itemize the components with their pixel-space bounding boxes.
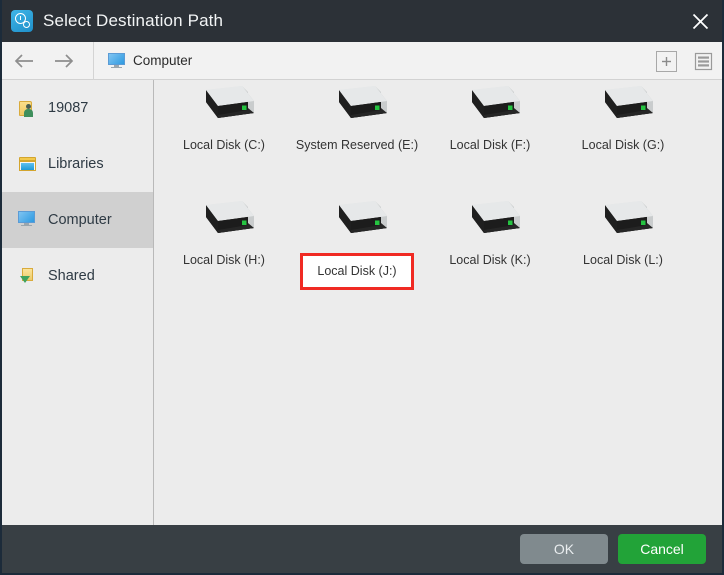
drive-label: Local Disk (H:)	[183, 253, 265, 267]
user-folder-icon	[18, 99, 38, 117]
select-destination-path-dialog: Select Destination Path Computer 19087 L…	[0, 0, 724, 575]
hard-disk-icon	[458, 199, 522, 245]
breadcrumb[interactable]: Computer	[108, 53, 192, 68]
ok-button[interactable]: OK	[520, 534, 608, 564]
navigation-toolbar: Computer	[2, 41, 722, 80]
drive-grid: Local Disk (C:) System Reserved (E:) Loc…	[155, 80, 722, 290]
drive-label: Local Disk (G:)	[581, 138, 665, 152]
hard-disk-icon	[325, 199, 389, 245]
computer-monitor-icon	[108, 53, 125, 68]
drive-label: Local Disk (J:)	[300, 253, 414, 290]
sidebar-item-label: Libraries	[48, 156, 104, 172]
toolbar-actions	[656, 42, 714, 80]
sidebar-item-label: Shared	[48, 268, 95, 284]
sidebar-item-label: 19087	[48, 100, 89, 116]
close-icon[interactable]	[674, 0, 722, 42]
app-clock-gear-icon	[11, 10, 33, 32]
sidebar: 19087 Libraries Computer Shared	[2, 80, 154, 527]
drive-label: Local Disk (K:)	[449, 253, 531, 267]
drive-item[interactable]: Local Disk (C:)	[157, 84, 291, 152]
drive-item[interactable]: Local Disk (L:)	[556, 199, 690, 267]
drive-label: System Reserved (E:)	[295, 138, 419, 152]
shared-folder-icon	[18, 267, 38, 285]
forward-button[interactable]	[44, 42, 82, 80]
drive-item[interactable]: Local Disk (K:)	[423, 199, 557, 267]
title-bar: Select Destination Path	[2, 0, 722, 42]
list-view-icon[interactable]	[693, 51, 714, 72]
drive-label: Local Disk (C:)	[183, 138, 265, 152]
window-title: Select Destination Path	[43, 11, 224, 30]
dialog-body: 19087 Libraries Computer Shared Local Di…	[2, 80, 722, 527]
sidebar-item-19087[interactable]: 19087	[2, 80, 153, 136]
breadcrumb-label: Computer	[133, 53, 193, 68]
drive-list-panel: Local Disk (C:) System Reserved (E:) Loc…	[155, 80, 722, 527]
drive-item[interactable]: Local Disk (F:)	[423, 84, 557, 152]
hard-disk-icon	[458, 84, 522, 130]
sidebar-item-label: Computer	[48, 212, 112, 228]
hard-disk-icon	[192, 199, 256, 245]
cancel-button[interactable]: Cancel	[618, 534, 706, 564]
sidebar-item-computer[interactable]: Computer	[2, 192, 153, 248]
sidebar-item-libraries[interactable]: Libraries	[2, 136, 153, 192]
drive-label: Local Disk (L:)	[583, 253, 663, 267]
hard-disk-icon	[591, 199, 655, 245]
plus-box-icon[interactable]	[656, 50, 677, 72]
drive-item[interactable]: System Reserved (E:)	[290, 84, 424, 152]
drive-label: Local Disk (F:)	[449, 138, 531, 152]
hard-disk-icon	[325, 84, 389, 130]
drive-item[interactable]: Local Disk (G:)	[556, 84, 690, 152]
dialog-footer: OK Cancel	[2, 525, 722, 573]
drive-item[interactable]: Local Disk (J:)	[290, 199, 424, 290]
drive-item[interactable]: Local Disk (H:)	[157, 199, 291, 267]
back-button[interactable]	[6, 42, 44, 80]
hard-disk-icon	[192, 84, 256, 130]
hard-disk-icon	[591, 84, 655, 130]
computer-monitor-icon	[18, 211, 38, 229]
libraries-icon	[18, 155, 38, 173]
toolbar-divider	[93, 41, 94, 80]
sidebar-item-shared[interactable]: Shared	[2, 248, 153, 304]
